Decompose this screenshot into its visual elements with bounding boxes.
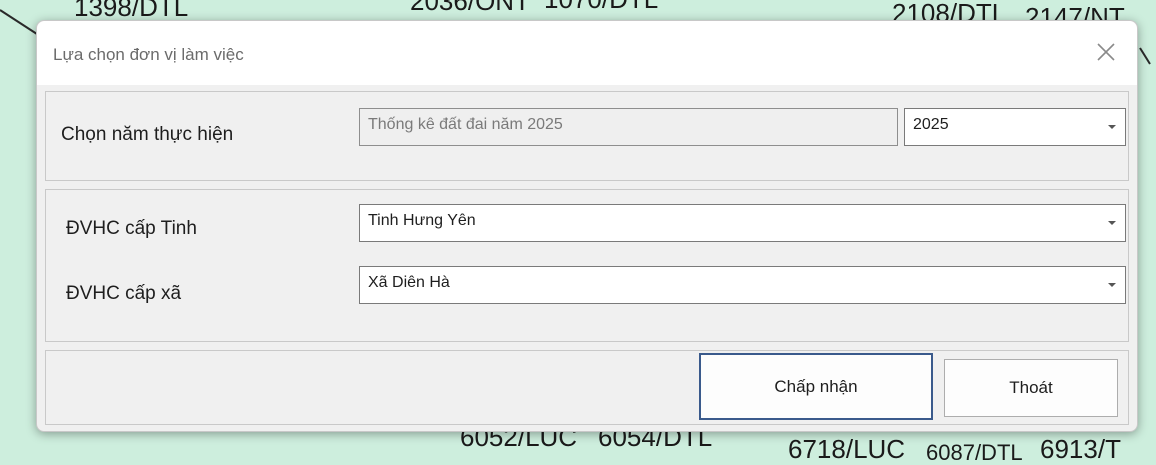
map-label: 6087/DTL — [926, 440, 1023, 465]
province-label: ĐVHC cấp Tinh — [66, 218, 197, 239]
map-label: 6718/LUC — [788, 434, 906, 464]
year-description-field: Thống kê đất đai năm 2025 — [359, 108, 898, 146]
commune-select-value: Xã Diên Hà — [368, 274, 450, 291]
dialog-title-bar[interactable]: Lựa chọn đơn vị làm việc — [37, 21, 1137, 85]
commune-label: ĐVHC cấp xã — [66, 283, 182, 304]
year-select[interactable]: 2025 — [904, 108, 1126, 146]
accept-button[interactable]: Chấp nhận — [699, 353, 933, 420]
year-section: Chọn năm thực hiện Thống kê đất đai năm … — [45, 91, 1129, 181]
province-select-value: Tinh Hưng Yên — [368, 212, 476, 229]
close-button[interactable] — [1089, 35, 1123, 69]
exit-button[interactable]: Thoát — [944, 359, 1118, 417]
close-icon — [1097, 43, 1115, 61]
chevron-down-icon[interactable] — [1107, 281, 1117, 289]
action-section: Chấp nhận Thoát — [45, 350, 1129, 425]
map-label: 1070/DTL — [544, 0, 658, 12]
year-description-value: Thống kê đất đai năm 2025 — [368, 116, 563, 133]
year-select-value: 2025 — [913, 116, 949, 133]
map-label: 1398/DTL — [74, 0, 189, 22]
chevron-down-icon[interactable] — [1107, 219, 1117, 227]
admin-unit-section: ĐVHC cấp Tinh Tinh Hưng Yên ĐVHC cấp xã … — [45, 189, 1129, 342]
chevron-down-icon[interactable] — [1107, 123, 1117, 131]
map-label: 2036/ONT — [410, 0, 530, 16]
province-select[interactable]: Tinh Hưng Yên — [359, 204, 1126, 242]
year-label: Chọn năm thực hiện — [61, 124, 234, 145]
map-label: 6913/T — [1040, 434, 1121, 464]
dialog-title: Lựa chọn đơn vị làm việc — [53, 45, 244, 64]
select-work-unit-dialog: Lựa chọn đơn vị làm việc Chọn năm thực h… — [36, 20, 1138, 432]
commune-select[interactable]: Xã Diên Hà — [359, 266, 1126, 304]
